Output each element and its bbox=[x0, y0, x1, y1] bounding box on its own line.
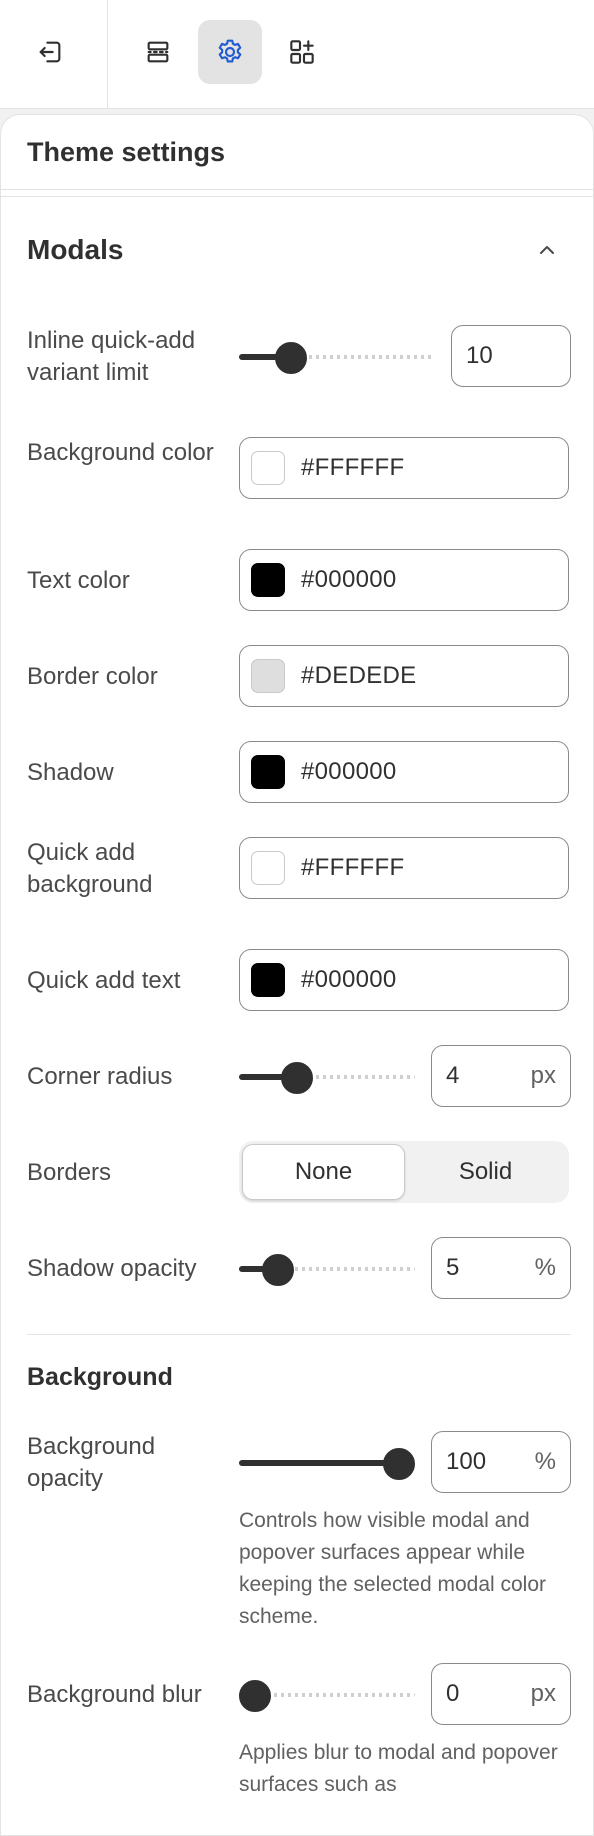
sections-icon bbox=[147, 41, 169, 63]
hex-value: #DEDEDE bbox=[301, 662, 417, 689]
theme-settings-panel: Theme settings Modals Inline quick-add v… bbox=[0, 114, 594, 1836]
section-title: Modals bbox=[27, 234, 124, 265]
color-swatch[interactable] bbox=[251, 963, 285, 997]
quick-add-background-label: Quick add background bbox=[27, 839, 153, 898]
background-blur-label: Background blur bbox=[27, 1681, 202, 1708]
text-color-label: Text color bbox=[27, 567, 130, 594]
borders-row: Borders None Solid bbox=[27, 1141, 571, 1205]
background-color-row: Background color #FFFFFF bbox=[27, 437, 571, 501]
background-blur-value: 0 bbox=[446, 1680, 460, 1707]
top-toolbar bbox=[0, 0, 594, 109]
background-subheading: Background bbox=[27, 1363, 173, 1391]
exit-button[interactable] bbox=[18, 20, 82, 84]
shadow-opacity-row: Shadow opacity 5 % bbox=[27, 1237, 571, 1301]
inline-quick-add-input[interactable]: 10 bbox=[451, 325, 571, 387]
border-color-row: Border color #DEDEDE bbox=[27, 645, 571, 709]
inline-quick-add-value: 10 bbox=[466, 342, 493, 369]
shadow-field[interactable]: #000000 bbox=[239, 741, 569, 803]
corner-radius-input[interactable]: 4 px bbox=[431, 1045, 571, 1107]
color-swatch[interactable] bbox=[251, 851, 285, 885]
unit-label: % bbox=[534, 1254, 556, 1281]
background-opacity-input[interactable]: 100 % bbox=[431, 1431, 571, 1493]
shadow-opacity-slider[interactable] bbox=[239, 1254, 415, 1286]
corner-radius-label: Corner radius bbox=[27, 1063, 173, 1090]
corner-radius-value: 4 bbox=[446, 1062, 460, 1089]
unit-label: px bbox=[530, 1680, 556, 1707]
text-color-field[interactable]: #000000 bbox=[239, 549, 569, 611]
quick-add-text-field[interactable]: #000000 bbox=[239, 949, 569, 1011]
background-opacity-help: Controls how visible modal and popover s… bbox=[239, 1509, 547, 1628]
background-opacity-label: Background opacity bbox=[27, 1433, 156, 1492]
background-color-label: Background color bbox=[27, 439, 214, 466]
shadow-opacity-label: Shadow opacity bbox=[27, 1255, 197, 1282]
panel-title: Theme settings bbox=[27, 136, 226, 167]
color-swatch[interactable] bbox=[251, 659, 285, 693]
background-opacity-value: 100 bbox=[446, 1448, 487, 1475]
apps-button[interactable] bbox=[270, 20, 334, 84]
slider-thumb[interactable] bbox=[383, 1448, 415, 1480]
shadow-opacity-input[interactable]: 5 % bbox=[431, 1237, 571, 1299]
quick-add-background-field[interactable]: #FFFFFF bbox=[239, 837, 569, 899]
color-swatch[interactable] bbox=[251, 563, 285, 597]
background-color-field[interactable]: #FFFFFF bbox=[239, 437, 569, 499]
hex-value: #000000 bbox=[301, 566, 397, 593]
chevron-up-icon[interactable] bbox=[527, 230, 567, 270]
hex-value: #FFFFFF bbox=[301, 454, 405, 481]
panel-header: Theme settings bbox=[1, 115, 593, 190]
shadow-opacity-value: 5 bbox=[446, 1254, 460, 1281]
background-blur-slider[interactable] bbox=[239, 1680, 415, 1712]
text-color-row: Text color #000000 bbox=[27, 549, 571, 613]
gear-icon bbox=[218, 39, 242, 63]
quick-add-background-row: Quick add background #FFFFFF bbox=[27, 837, 571, 901]
border-color-label: Border color bbox=[27, 663, 158, 690]
hex-value: #FFFFFF bbox=[301, 854, 405, 881]
unit-label: % bbox=[534, 1448, 556, 1475]
borders-option-solid[interactable]: Solid bbox=[405, 1144, 566, 1200]
background-blur-help: Applies blur to modal and popover surfac… bbox=[239, 1741, 558, 1796]
panel-header-divider bbox=[1, 190, 593, 197]
slider-thumb[interactable] bbox=[280, 1062, 313, 1094]
borders-option-none[interactable]: None bbox=[242, 1144, 405, 1200]
inline-quick-add-row: Inline quick-add variant limit 10 bbox=[27, 325, 571, 389]
background-blur-input[interactable]: 0 px bbox=[431, 1663, 571, 1725]
hex-value: #000000 bbox=[301, 758, 397, 785]
background-blur-row: Background blur 0 px bbox=[27, 1663, 571, 1727]
slider-thumb[interactable] bbox=[275, 342, 308, 374]
quick-add-text-row: Quick add text #000000 bbox=[27, 949, 571, 1013]
quick-add-text-label: Quick add text bbox=[27, 967, 181, 994]
shadow-row: Shadow #000000 bbox=[27, 741, 571, 805]
slider-thumb[interactable] bbox=[239, 1680, 271, 1712]
borders-label: Borders bbox=[27, 1159, 112, 1186]
settings-button[interactable] bbox=[198, 20, 262, 84]
sections-button[interactable] bbox=[126, 20, 190, 84]
corner-radius-row: Corner radius 4 px bbox=[27, 1045, 571, 1109]
shadow-label: Shadow bbox=[27, 759, 114, 786]
border-color-field[interactable]: #DEDEDE bbox=[239, 645, 569, 707]
inline-quick-add-label: Inline quick-add variant limit bbox=[27, 327, 196, 386]
modals-section-header[interactable]: Modals bbox=[27, 225, 567, 275]
exit-icon bbox=[39, 41, 61, 63]
background-opacity-row: Background opacity 100 % bbox=[27, 1431, 571, 1495]
apps-add-icon bbox=[290, 40, 314, 64]
color-swatch[interactable] bbox=[251, 755, 285, 789]
color-swatch[interactable] bbox=[251, 451, 285, 485]
slider-thumb[interactable] bbox=[262, 1254, 295, 1286]
inline-quick-add-slider[interactable] bbox=[239, 342, 435, 374]
corner-radius-slider[interactable] bbox=[239, 1062, 415, 1094]
borders-segmented-control[interactable]: None Solid bbox=[239, 1141, 569, 1203]
toolbar-divider bbox=[107, 0, 108, 108]
section-divider bbox=[27, 1334, 571, 1335]
hex-value: #000000 bbox=[301, 966, 397, 993]
background-opacity-slider[interactable] bbox=[239, 1448, 415, 1480]
unit-label: px bbox=[530, 1062, 556, 1089]
